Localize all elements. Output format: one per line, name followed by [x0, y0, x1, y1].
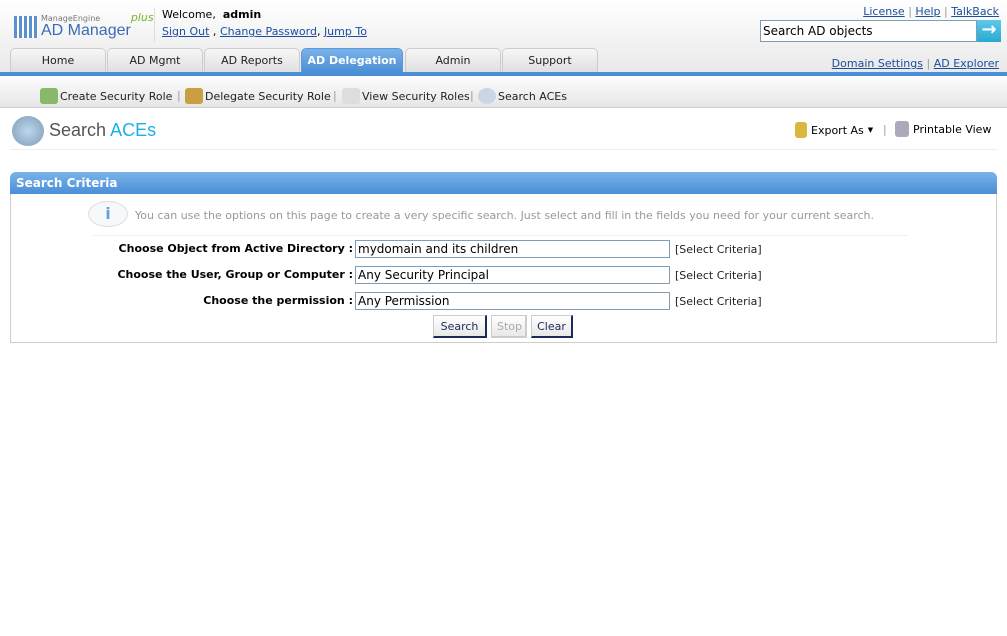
principal-label: Choose the User, Group or Computer : [117, 268, 353, 281]
stop-button[interactable]: Stop [491, 315, 527, 338]
tab-admin[interactable]: Admin [405, 48, 501, 72]
subnav-view-security-roles[interactable]: View Security Roles [342, 88, 470, 104]
username: admin [222, 8, 262, 21]
subnav-label: Search ACEs [498, 89, 567, 103]
subnav-search-aces[interactable]: Search ACEs [478, 88, 567, 104]
permission-input[interactable] [355, 292, 670, 310]
view-roles-icon [342, 88, 360, 104]
tab-ad-reports[interactable]: AD Reports [204, 48, 300, 72]
select-criteria-principal[interactable]: [Select Criteria] [675, 269, 762, 282]
jump-to-link[interactable]: Jump To [324, 25, 367, 38]
printer-icon [895, 121, 909, 137]
info-text: You can use the options on this page to … [135, 209, 875, 222]
tab-ad-delegation[interactable]: AD Delegation [301, 48, 403, 72]
domain-settings-link[interactable]: Domain Settings [832, 57, 923, 70]
export-icon [795, 122, 807, 138]
create-role-icon [40, 88, 58, 104]
search-go-button[interactable]: → [977, 20, 1001, 42]
panel-header: Search Criteria [10, 172, 997, 194]
info-icon: i [88, 201, 128, 227]
logo-product: AD Manager [41, 22, 131, 39]
search-input[interactable] [760, 20, 977, 42]
talkback-link[interactable]: TalkBack [951, 5, 999, 18]
welcome-text: Welcome, [162, 8, 216, 21]
delegate-role-icon [185, 88, 203, 104]
clear-button[interactable]: Clear [531, 315, 573, 338]
subnav-create-security-role[interactable]: Create Security Role [40, 88, 172, 104]
page-title: Search ACEs [49, 120, 157, 140]
principal-input[interactable] [355, 266, 670, 284]
tab-home[interactable]: Home [10, 48, 106, 72]
tab-ad-mgmt[interactable]: AD Mgmt [107, 48, 203, 72]
help-link[interactable]: Help [915, 5, 940, 18]
search-aces-icon [478, 88, 496, 104]
subnav-label: Delegate Security Role [205, 89, 331, 103]
export-label: Export As [811, 123, 864, 137]
export-as-menu[interactable]: Export As ▼ [795, 122, 873, 138]
permission-label: Choose the permission : [203, 294, 353, 307]
printable-label: Printable View [913, 122, 992, 136]
divider [10, 149, 997, 150]
tab-support[interactable]: Support [502, 48, 598, 72]
subnav-label: Create Security Role [60, 89, 173, 103]
printable-view-link[interactable]: Printable View [895, 121, 991, 137]
search-button[interactable]: Search [433, 315, 487, 338]
logo: ManageEngine AD Manager plus [14, 11, 154, 39]
logo-icon [14, 15, 38, 38]
object-label: Choose Object from Active Directory : [118, 242, 353, 255]
license-link[interactable]: License [863, 5, 904, 18]
logo-suffix: plus [130, 11, 154, 24]
select-criteria-permission[interactable]: [Select Criteria] [675, 295, 762, 308]
object-input[interactable] [355, 240, 670, 258]
subnav-delegate-security-role[interactable]: Delegate Security Role [185, 88, 331, 104]
subnav-label: View Security Roles [362, 89, 470, 103]
search-aces-page-icon [12, 116, 44, 146]
sign-out-link[interactable]: Sign Out [162, 25, 209, 38]
change-password-link[interactable]: Change Password [220, 25, 317, 38]
divider [154, 8, 155, 42]
divider [93, 235, 908, 236]
ad-explorer-link[interactable]: AD Explorer [934, 57, 999, 70]
caret-down-icon: ▼ [867, 126, 874, 134]
welcome: Welcome, admin [162, 8, 261, 21]
select-criteria-object[interactable]: [Select Criteria] [675, 243, 762, 256]
